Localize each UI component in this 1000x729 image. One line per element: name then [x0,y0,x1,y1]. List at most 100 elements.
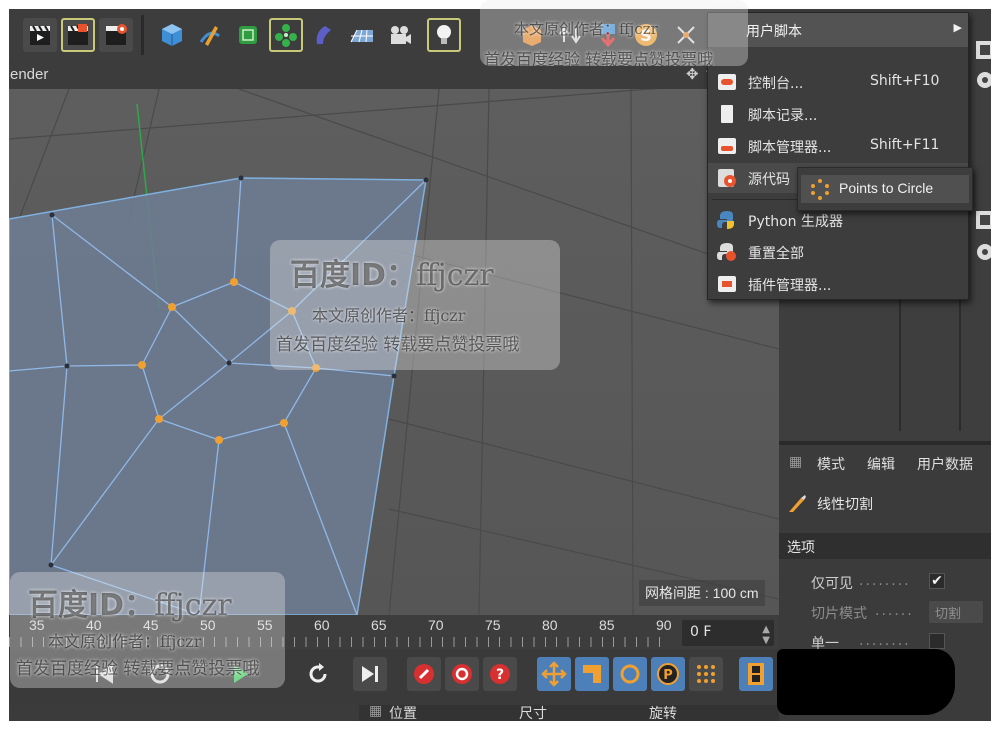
visible-only-checkbox[interactable]: ✔ [929,573,945,589]
autokey-button[interactable] [445,657,479,691]
viewport-menu-render[interactable]: ender [10,66,48,83]
menu-item-reset-all[interactable]: 重置全部 [708,237,968,267]
cloner-icon [275,24,297,47]
camera-button[interactable] [383,18,417,52]
menu-item-script-manager[interactable]: 脚本管理器... Shift+F11 [708,131,968,161]
camera-icon [391,26,411,44]
active-tool-name: 线性切割 [817,497,873,513]
plugin-manager-icon [718,276,736,292]
scale-key-button[interactable] [575,657,609,691]
goto-start-button[interactable] [87,657,121,691]
parameter-key-button[interactable]: P [651,657,685,691]
floor-icon [350,29,373,43]
svg-text:S: S [640,26,652,45]
cube-button[interactable] [155,18,189,52]
question-key-icon: ? [490,664,510,684]
move-arrows-icon [541,661,567,687]
object-icon-button[interactable] [515,18,549,52]
timeline-button[interactable] [739,657,773,691]
position-key-button[interactable] [537,657,571,691]
option-visible-only: 仅可见 ........ ✔ [811,571,991,593]
goto-end-icon [362,666,378,682]
gear-icon[interactable] [974,241,991,263]
p-icon: P [657,663,679,685]
gravity-button[interactable] [591,18,625,52]
prev-key-button[interactable] [143,657,177,691]
viewport-canvas[interactable] [9,89,779,615]
svg-text:?: ? [496,667,504,683]
filmstrip-icon [748,663,764,685]
tab-user-data[interactable]: 用户数据 [917,454,973,474]
menu-header-user-scripts[interactable]: 用户脚本 ▶ [708,13,968,47]
python-icon [717,211,734,229]
timeline-tick: 75 [485,617,501,633]
current-frame-value: 0 F [690,624,712,640]
spinner-icon[interactable]: ▲ ▼ [762,624,770,646]
s-script-button[interactable]: S [629,18,663,52]
cloner-button[interactable] [269,18,303,52]
source-code-icon [718,169,736,187]
light-button[interactable] [427,18,461,52]
coord-position-label: 位置 [389,706,417,721]
clapper-region-icon [68,24,88,45]
timeline-tick: 90 [656,617,672,633]
menu-item-label: 脚本记录... [748,108,818,124]
script-log-icon [721,105,733,123]
edge-tool-icon[interactable] [974,39,991,61]
arrows-icon [559,26,581,44]
option-label: 仅可见 [811,576,853,592]
svg-text:P: P [663,668,673,683]
menu-item-label: 源代码 [748,172,790,188]
source-code-submenu: Points to Circle [797,167,973,211]
polygon-mesh[interactable] [9,175,429,616]
gear-icon[interactable] [974,69,991,91]
grip-icon: ▦ [369,703,383,719]
down-arrow-icon [600,24,616,48]
toolbar-divider [141,15,144,55]
pen-button[interactable] [193,18,227,52]
tab-mode[interactable]: 模式 [817,454,845,474]
lightbulb-icon [437,25,451,44]
orange-object-icon [523,25,541,46]
xpresso-button[interactable] [669,18,703,52]
timeline-tick-marks [9,637,669,647]
menu-item-console[interactable]: 控制台... Shift+F10 [708,67,968,97]
render-region-button[interactable] [61,18,95,52]
keyframe-selection-button[interactable]: ? [483,657,517,691]
timeline-tick: 35 [29,617,45,633]
autokey-icon [452,664,472,684]
options-section-header[interactable]: 选项 [779,533,991,559]
option-slice-mode: 切片模式 ...... 切割 [811,601,991,623]
perspective-viewport[interactable]: 网格间距 : 100 cm [9,61,779,615]
timeline-tick: 65 [371,617,387,633]
play-button[interactable] [223,657,257,691]
timeline-tick: 45 [143,617,159,633]
floor-button[interactable] [345,18,379,52]
point-level-button[interactable] [689,657,723,691]
menu-item-plugin-manager[interactable]: 插件管理器... [708,269,968,299]
record-button[interactable] [407,657,441,691]
menu-item-points-to-circle[interactable]: Points to Circle [801,175,969,203]
viewport-header: ender ✥ ⇧ ⤢ [9,61,779,89]
current-frame-field[interactable]: 0 F ▲ ▼ [682,620,774,646]
goto-end-button[interactable] [353,657,387,691]
render-view-button[interactable] [23,18,57,52]
render-settings-button[interactable] [99,18,133,52]
rotation-key-button[interactable] [613,657,647,691]
dot-grid-icon [697,665,715,683]
record-key-icon [414,664,434,684]
menu-item-script-log[interactable]: 脚本记录... [708,99,968,129]
timeline-ruler[interactable]: 35 40 45 50 55 60 65 70 75 80 85 90 0 F … [9,615,779,649]
tab-edit[interactable]: 编辑 [867,454,895,474]
option-dots: ...... [875,603,914,619]
dynamics-button[interactable] [553,18,587,52]
edge-tool-icon[interactable] [974,209,991,231]
option-dots: ........ [859,633,911,649]
subdivision-button[interactable] [231,18,265,52]
menu-header-label: 用户脚本 [746,24,802,40]
single-checkbox[interactable] [929,633,945,649]
loop-button[interactable] [301,657,335,691]
timeline-tick: 70 [428,617,444,633]
deformer-button[interactable] [307,18,341,52]
slice-mode-dropdown[interactable]: 切割 [929,601,983,623]
